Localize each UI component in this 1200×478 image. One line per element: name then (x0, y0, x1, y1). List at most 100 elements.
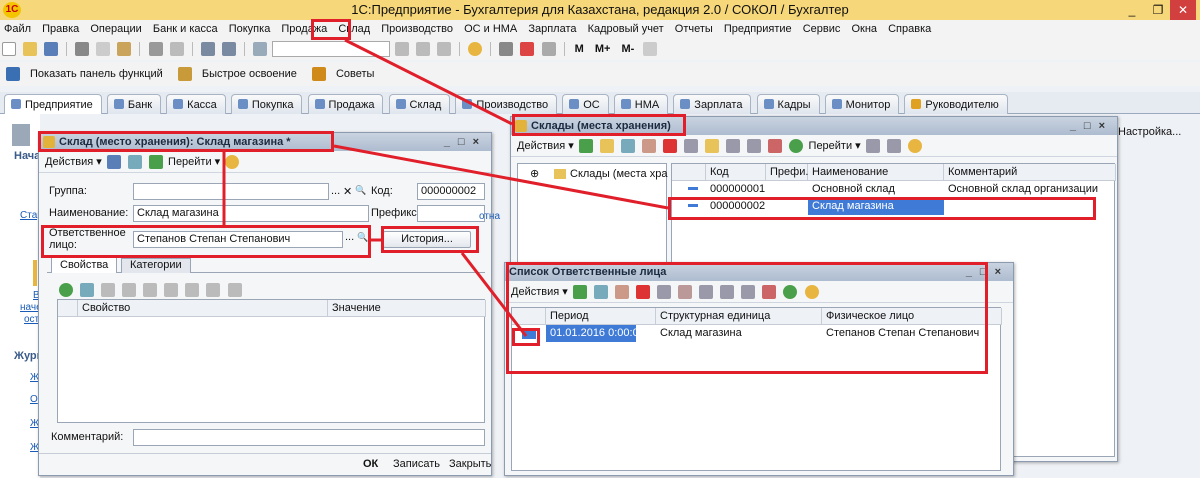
paste-icon[interactable] (117, 42, 132, 56)
menu-production[interactable]: Производство (377, 20, 457, 38)
minimize-button[interactable]: _ (1120, 0, 1144, 20)
menu-bank[interactable]: Банк и касса (149, 20, 222, 38)
redo-icon[interactable] (221, 42, 236, 56)
filter-icon[interactable] (720, 285, 735, 300)
window-controls[interactable]: _□× (1070, 117, 1113, 135)
open-folder-icon[interactable] (23, 42, 38, 56)
group-search-icon[interactable]: 🔍 (355, 185, 366, 196)
column-header-comment[interactable]: Комментарий (944, 164, 1116, 181)
group-field[interactable] (133, 183, 329, 200)
add-icon[interactable] (578, 139, 593, 154)
column-header-code[interactable]: Код (706, 164, 766, 181)
column-header-unit[interactable]: Структурная единица (656, 308, 822, 325)
copy-property-icon[interactable] (80, 283, 95, 297)
search-back-icon[interactable] (416, 42, 431, 56)
close-form-button[interactable]: Закрыть (449, 458, 491, 470)
tab-enterprise[interactable]: Предприятие (4, 94, 102, 114)
add-property-icon[interactable] (59, 283, 73, 297)
menu-service[interactable]: Сервис (799, 20, 845, 38)
column-header-period[interactable]: Период (546, 308, 656, 325)
calculator-icon[interactable] (499, 42, 514, 56)
settings-icon[interactable] (886, 139, 901, 154)
window-controls[interactable]: _□× (966, 263, 1009, 281)
add-icon[interactable] (572, 285, 587, 300)
copy-icon[interactable] (620, 139, 635, 154)
close-button[interactable]: ✕ (1170, 0, 1196, 20)
menu-assets[interactable]: ОС и НМА (460, 20, 521, 38)
menu-hr[interactable]: Кадровый учет (584, 20, 668, 38)
quick-start-button[interactable]: Быстрое освоение (202, 68, 297, 80)
cut-icon[interactable] (75, 42, 90, 56)
memory-minus-button[interactable]: M- (622, 43, 635, 55)
clear-filter-icon[interactable] (762, 285, 777, 300)
print-icon[interactable] (148, 42, 163, 56)
menu-reports[interactable]: Отчеты (671, 20, 717, 38)
comment-field[interactable] (133, 429, 485, 446)
clear-filter-icon[interactable] (768, 139, 783, 154)
name-field[interactable]: Склад магазина (133, 205, 369, 222)
tree-expand-icon[interactable]: ⊕ (526, 166, 539, 183)
tab-fixed-assets[interactable]: ОС (562, 94, 609, 114)
refresh-icon[interactable] (783, 285, 798, 300)
history-actions-menu[interactable]: Действия (511, 286, 559, 298)
help-icon[interactable] (907, 139, 922, 154)
menu-file[interactable]: Файл (0, 20, 35, 38)
filter-icon[interactable] (726, 139, 741, 154)
copy-icon[interactable] (148, 155, 163, 170)
filter-list-icon[interactable] (741, 285, 756, 300)
prefix-field[interactable] (417, 205, 485, 222)
item-goto-menu[interactable]: Перейти (168, 156, 212, 168)
save-icon[interactable] (657, 285, 672, 300)
reread-icon[interactable] (127, 155, 142, 170)
add-group-icon[interactable] (599, 139, 614, 154)
copy-icon[interactable] (593, 285, 608, 300)
menu-warehouse[interactable]: Склад (334, 20, 374, 38)
menu-edit[interactable]: Правка (38, 20, 83, 38)
item-actions-menu[interactable]: Действия (45, 156, 93, 168)
toolbar-more-icon[interactable] (643, 42, 658, 56)
group-clear-icon[interactable]: ✕ (343, 185, 352, 198)
journal-link-2[interactable]: О (30, 394, 38, 405)
search-forward-icon[interactable] (437, 42, 452, 56)
help-icon[interactable] (225, 155, 240, 170)
tab-sales[interactable]: Продажа (307, 94, 384, 114)
menu-sales[interactable]: Продажа (277, 20, 331, 38)
sort-asc-icon[interactable] (206, 283, 221, 297)
tab-intangibles[interactable]: НМА (613, 94, 669, 114)
menu-windows[interactable]: Окна (847, 20, 881, 38)
tab-warehouse[interactable]: Склад (388, 94, 451, 114)
responsible-search-icon[interactable]: 🔍 (357, 232, 368, 243)
save-button[interactable]: Записать (393, 458, 440, 470)
save-icon[interactable] (44, 42, 59, 56)
code-field[interactable]: 000000002 (417, 183, 485, 200)
tab-production[interactable]: Производство (455, 94, 558, 114)
info-icon[interactable] (468, 42, 483, 56)
tree-icon[interactable] (705, 139, 720, 154)
edit-icon[interactable] (642, 139, 657, 154)
memory-m-button[interactable]: M (575, 43, 584, 55)
menu-enterprise[interactable]: Предприятие (720, 20, 796, 38)
save-icon[interactable] (106, 155, 121, 170)
preview-icon[interactable] (169, 42, 184, 56)
delete-icon[interactable] (636, 285, 651, 300)
tips-button[interactable]: Советы (336, 68, 374, 80)
group-select-button[interactable]: ... (331, 185, 340, 197)
tab-cash[interactable]: Касса (166, 94, 226, 114)
column-header-person[interactable]: Физическое лицо (822, 308, 1002, 325)
column-header-value[interactable]: Значение (328, 300, 486, 317)
menu-operations[interactable]: Операции (86, 20, 145, 38)
undo-icon[interactable] (200, 42, 215, 56)
column-header-property[interactable]: Свойство (78, 300, 328, 317)
structure-icon[interactable] (865, 139, 880, 154)
tab-hr[interactable]: Кадры (756, 94, 820, 114)
move-up-icon[interactable] (164, 283, 179, 297)
responsible-select-button[interactable]: ... (345, 231, 354, 243)
settings-link[interactable]: Настройка... (1118, 126, 1181, 138)
refresh-icon[interactable] (789, 139, 804, 154)
clipboard-icon[interactable] (541, 42, 556, 56)
edit-property-icon[interactable] (101, 283, 116, 297)
clear-icon[interactable] (678, 285, 693, 300)
copy-icon[interactable] (96, 42, 111, 56)
history-button[interactable]: История... (383, 231, 471, 248)
restore-button[interactable]: ❐ (1146, 0, 1170, 20)
